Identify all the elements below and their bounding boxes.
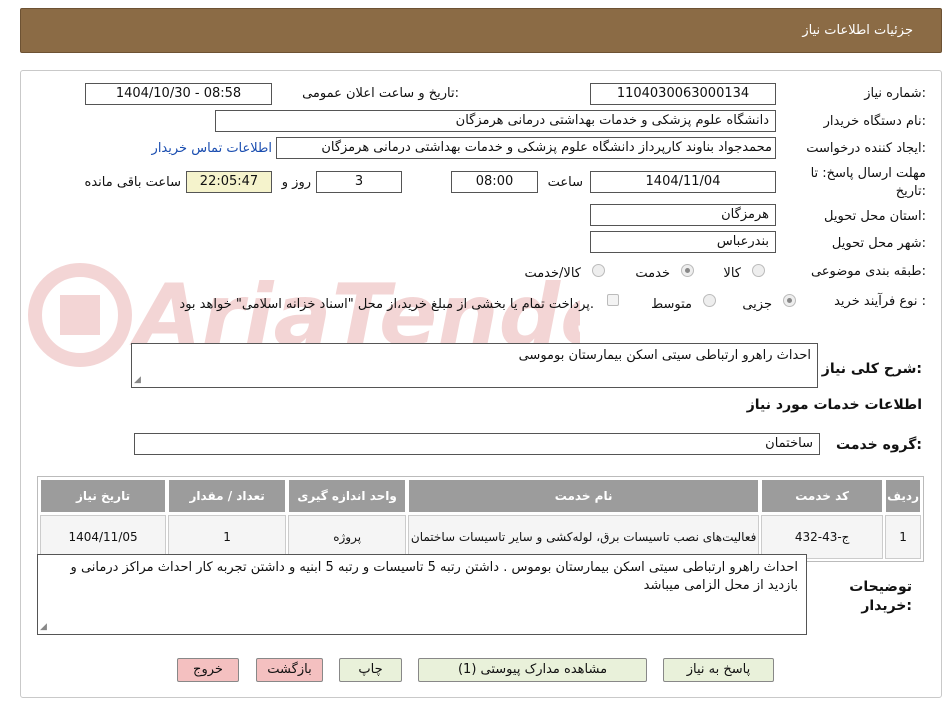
cell-service-name: فعالیت‌های نصب تاسیسات برق، لوله‌کشی و س… — [408, 515, 760, 559]
category-option-goods-service: کالا/خدمت — [524, 266, 581, 281]
city-label: شهر محل تحویل: — [831, 236, 926, 251]
category-option-service: خدمت — [635, 266, 670, 281]
process-label: نوع فرآیند خرید : — [834, 294, 926, 309]
resize-handle-icon[interactable]: ◢ — [40, 622, 47, 632]
deadline-date-field: 1404/11/04 — [590, 171, 776, 193]
remaining-label: ساعت باقی مانده — [84, 175, 181, 190]
announce-label: تاریخ و ساعت اعلان عمومی: — [302, 86, 459, 101]
col-service-name: نام خدمت — [408, 479, 760, 513]
need-number-field: 1104030063000134 — [590, 83, 776, 105]
payment-note: پرداخت تمام یا بخشی از مبلغ خرید،از محل … — [179, 297, 594, 312]
process-radio-medium[interactable] — [703, 294, 716, 307]
buyer-org-field: دانشگاه علوم پزشکی و خدمات بهداشتی درمان… — [215, 110, 776, 132]
remaining-time-field: 22:05:47 — [186, 171, 272, 193]
services-title: اطلاعات خدمات مورد نیاز — [746, 397, 922, 413]
buyer-notes-label-2: خریدار: — [861, 598, 912, 614]
table-row: 1 ج-43-432 فعالیت‌های نصب تاسیسات برق، ل… — [40, 515, 921, 559]
page-header: جزئیات اطلاعات نیاز — [20, 8, 942, 53]
cell-need-date: 1404/11/05 — [40, 515, 167, 559]
process-radio-minor[interactable] — [783, 294, 796, 307]
service-group-label: گروه خدمت: — [836, 437, 922, 453]
days-field: 3 — [316, 171, 402, 193]
resize-handle-icon[interactable]: ◢ — [134, 375, 141, 385]
category-radio-goods[interactable] — [752, 264, 765, 277]
deadline-label: مهلت ارسال پاسخ: تا — [810, 166, 926, 181]
category-option-goods: کالا — [723, 266, 741, 281]
buyer-contact-link[interactable]: اطلاعات تماس خریدار — [152, 141, 272, 156]
print-button[interactable]: چاپ — [339, 658, 402, 682]
table-header-row: ردیف کد خدمت نام خدمت واحد اندازه گیری ت… — [40, 479, 921, 513]
province-label: استان محل تحویل: — [824, 209, 926, 224]
announce-field: 1404/10/30 - 08:58 — [85, 83, 272, 105]
deadline-time-field: 08:00 — [451, 171, 538, 193]
exit-button[interactable]: خروج — [177, 658, 239, 682]
process-option-medium: متوسط — [651, 297, 692, 312]
col-quantity: تعداد / مقدار — [168, 479, 287, 513]
requester-label: ایجاد کننده درخواست: — [806, 141, 926, 156]
city-field: بندرعباس — [590, 231, 776, 253]
service-group-field: ساختمان — [134, 433, 820, 455]
page-title: جزئیات اطلاعات نیاز — [802, 23, 913, 38]
category-radio-service[interactable] — [681, 264, 694, 277]
col-row-number: ردیف — [885, 479, 921, 513]
services-table: ردیف کد خدمت نام خدمت واحد اندازه گیری ت… — [37, 476, 924, 562]
buyer-org-label: نام دستگاه خریدار: — [823, 114, 926, 129]
days-label: روز و — [281, 175, 311, 190]
col-service-code: کد خدمت — [761, 479, 884, 513]
col-unit: واحد اندازه گیری — [288, 479, 407, 513]
reply-button[interactable]: پاسخ به نیاز — [663, 658, 774, 682]
view-attachments-button[interactable]: مشاهده مدارک پیوستی (1) — [418, 658, 647, 682]
col-need-date: تاریخ نیاز — [40, 479, 167, 513]
buyer-notes-field: احداث راهرو ارتباطی سیتی اسکن بیمارستان … — [37, 554, 807, 635]
buyer-notes-text: احداث راهرو ارتباطی سیتی اسکن بیمارستان … — [70, 560, 798, 593]
need-number-label: شماره نیاز: — [864, 86, 926, 101]
summary-label: شرح کلی نیاز: — [821, 361, 922, 377]
summary-text: احداث راهرو ارتباطی سیتی اسکن بیمارستان … — [518, 348, 811, 363]
province-field: هرمزگان — [590, 204, 776, 226]
back-button[interactable]: بازگشت — [256, 658, 323, 682]
deadline-label-2: تاریخ: — [895, 184, 926, 199]
cell-row-number: 1 — [885, 515, 921, 559]
category-label: طبقه بندی موضوعی: — [810, 264, 926, 279]
process-option-minor: جزیی — [742, 297, 772, 312]
treasury-payment-checkbox[interactable] — [607, 294, 619, 306]
cell-unit: پروژه — [288, 515, 407, 559]
cell-service-code: ج-43-432 — [761, 515, 884, 559]
requester-field: محمدجواد بناوند کارپرداز دانشگاه علوم پز… — [276, 137, 776, 159]
cell-quantity: 1 — [168, 515, 287, 559]
category-radio-goods-service[interactable] — [592, 264, 605, 277]
summary-field: احداث راهرو ارتباطی سیتی اسکن بیمارستان … — [131, 343, 818, 388]
buyer-notes-label: توضیحات — [849, 579, 912, 595]
time-label: ساعت — [547, 175, 583, 190]
